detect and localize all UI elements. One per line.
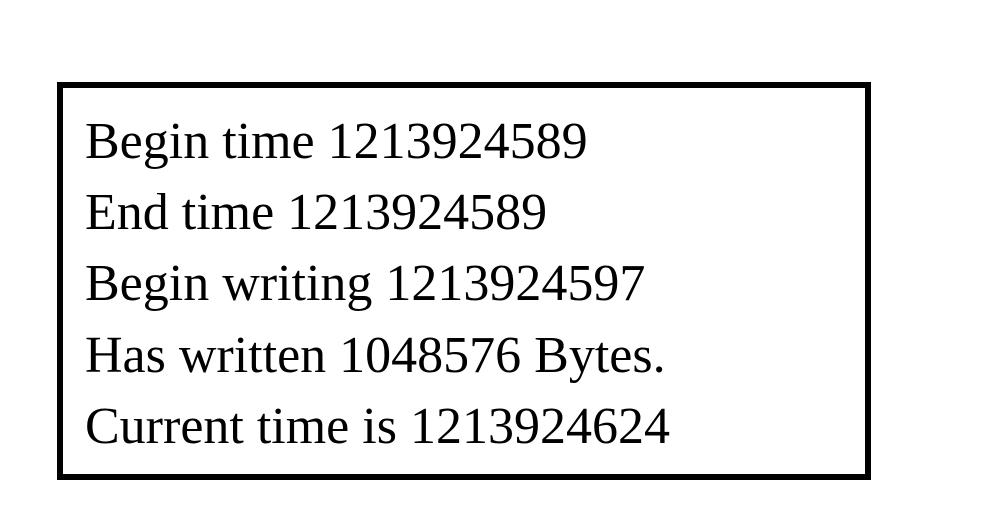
log-line-current-time: Current time is 1213924624 [85, 391, 843, 462]
output-box: Begin time 1213924589 End time 121392458… [57, 82, 871, 480]
log-line-begin-time: Begin time 1213924589 [85, 106, 843, 177]
log-line-end-time: End time 1213924589 [85, 177, 843, 248]
log-line-has-written: Has written 1048576 Bytes. [85, 320, 843, 391]
log-line-begin-writing: Begin writing 1213924597 [85, 248, 843, 319]
